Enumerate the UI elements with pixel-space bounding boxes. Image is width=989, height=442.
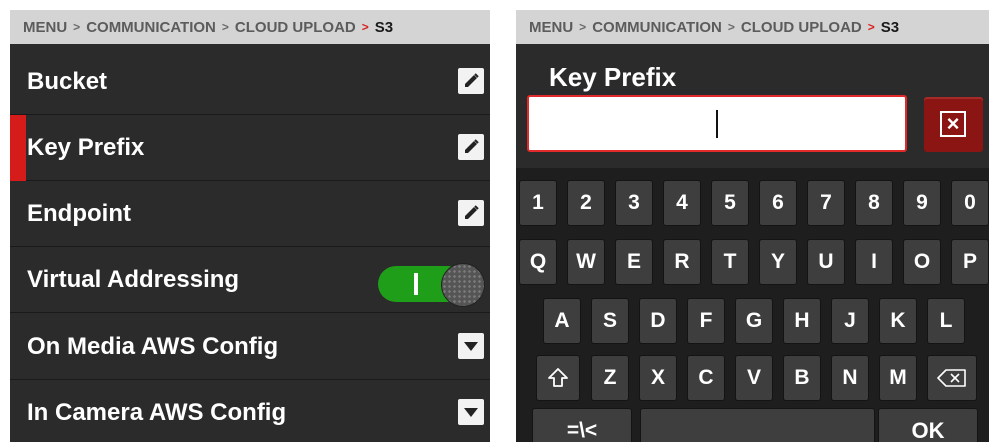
breadcrumb-current: S3 <box>374 18 394 36</box>
key-9[interactable]: 9 <box>903 180 941 226</box>
key-y[interactable]: Y <box>759 239 797 285</box>
key-prefix-input[interactable] <box>527 95 907 152</box>
key-c[interactable]: C <box>687 355 725 401</box>
pencil-icon[interactable] <box>458 68 484 94</box>
onscreen-keyboard: 1 2 3 4 5 6 7 8 9 0 Q W E R T Y U I O P … <box>516 168 989 442</box>
backspace-icon <box>937 369 966 388</box>
setting-row-bucket[interactable]: Bucket <box>10 49 490 115</box>
breadcrumb-separator: > <box>73 20 81 34</box>
key-3[interactable]: 3 <box>615 180 653 226</box>
key-k[interactable]: K <box>879 298 917 344</box>
key-j[interactable]: J <box>831 298 869 344</box>
key-0[interactable]: 0 <box>951 180 989 226</box>
key-1[interactable]: 1 <box>519 180 557 226</box>
key-2[interactable]: 2 <box>567 180 605 226</box>
symbols-key[interactable]: =\< <box>532 408 632 442</box>
breadcrumb-menu[interactable]: MENU <box>529 19 573 36</box>
shift-key[interactable] <box>536 355 580 401</box>
key-o[interactable]: O <box>903 239 941 285</box>
ok-button[interactable]: OK <box>878 408 978 442</box>
breadcrumb-separator: > <box>579 20 587 34</box>
toggle-on-indicator <box>414 273 418 295</box>
space-key[interactable] <box>640 408 875 442</box>
setting-row-in-camera-aws-config[interactable]: In Camera AWS Config <box>10 380 490 442</box>
backspace-key[interactable] <box>927 355 977 401</box>
clear-icon: × <box>940 111 966 137</box>
setting-row-virtual-addressing: Virtual Addressing <box>10 247 490 313</box>
clear-button[interactable]: × <box>924 97 983 152</box>
setting-label: Bucket <box>27 68 108 95</box>
setting-label: In Camera AWS Config <box>27 399 287 426</box>
breadcrumb-current: S3 <box>880 18 900 36</box>
chevron-down-icon[interactable] <box>458 333 484 359</box>
key-h[interactable]: H <box>783 298 821 344</box>
breadcrumb-separator-active: > <box>361 20 369 34</box>
key-q[interactable]: Q <box>519 239 557 285</box>
setting-label: On Media AWS Config <box>27 333 279 360</box>
key-a[interactable]: A <box>543 298 581 344</box>
key-8[interactable]: 8 <box>855 180 893 226</box>
setting-row-endpoint[interactable]: Endpoint <box>10 181 490 247</box>
key-t[interactable]: T <box>711 239 749 285</box>
breadcrumb: MENU > COMMUNICATION > CLOUD UPLOAD > S3 <box>10 10 490 44</box>
breadcrumb-separator: > <box>727 20 735 34</box>
key-d[interactable]: D <box>639 298 677 344</box>
key-r[interactable]: R <box>663 239 701 285</box>
breadcrumb-cloud-upload[interactable]: CLOUD UPLOAD <box>741 19 862 36</box>
key-x[interactable]: X <box>639 355 677 401</box>
s3-settings-panel: MENU > COMMUNICATION > CLOUD UPLOAD > S3… <box>10 10 490 442</box>
key-m[interactable]: M <box>879 355 917 401</box>
key-z[interactable]: Z <box>591 355 629 401</box>
breadcrumb-communication[interactable]: COMMUNICATION <box>86 19 216 36</box>
setting-label: Virtual Addressing <box>27 266 240 293</box>
breadcrumb: MENU > COMMUNICATION > CLOUD UPLOAD > S3 <box>516 10 989 44</box>
key-5[interactable]: 5 <box>711 180 749 226</box>
text-cursor <box>716 110 718 138</box>
toggle-knob[interactable] <box>442 264 484 306</box>
pencil-icon[interactable] <box>458 200 484 226</box>
virtual-addressing-toggle[interactable] <box>378 264 486 306</box>
key-4[interactable]: 4 <box>663 180 701 226</box>
breadcrumb-menu[interactable]: MENU <box>23 19 67 36</box>
key-n[interactable]: N <box>831 355 869 401</box>
key-l[interactable]: L <box>927 298 965 344</box>
pencil-icon[interactable] <box>458 134 484 160</box>
key-6[interactable]: 6 <box>759 180 797 226</box>
key-7[interactable]: 7 <box>807 180 845 226</box>
key-i[interactable]: I <box>855 239 893 285</box>
shift-icon <box>548 368 568 388</box>
setting-row-key-prefix[interactable]: Key Prefix <box>10 115 490 181</box>
key-b[interactable]: B <box>783 355 821 401</box>
key-e[interactable]: E <box>615 239 653 285</box>
breadcrumb-cloud-upload[interactable]: CLOUD UPLOAD <box>235 19 356 36</box>
key-u[interactable]: U <box>807 239 845 285</box>
key-w[interactable]: W <box>567 239 605 285</box>
key-p[interactable]: P <box>951 239 989 285</box>
key-s[interactable]: S <box>591 298 629 344</box>
setting-row-on-media-aws-config[interactable]: On Media AWS Config <box>10 314 490 380</box>
editor-title: Key Prefix <box>549 62 677 92</box>
breadcrumb-separator: > <box>221 20 229 34</box>
key-g[interactable]: G <box>735 298 773 344</box>
setting-label: Endpoint <box>27 200 131 227</box>
breadcrumb-communication[interactable]: COMMUNICATION <box>592 19 722 36</box>
key-f[interactable]: F <box>687 298 725 344</box>
key-prefix-editor-panel: MENU > COMMUNICATION > CLOUD UPLOAD > S3… <box>516 10 989 442</box>
setting-label: Key Prefix <box>27 134 145 161</box>
breadcrumb-separator-active: > <box>867 20 875 34</box>
chevron-down-icon[interactable] <box>458 399 484 425</box>
key-v[interactable]: V <box>735 355 773 401</box>
